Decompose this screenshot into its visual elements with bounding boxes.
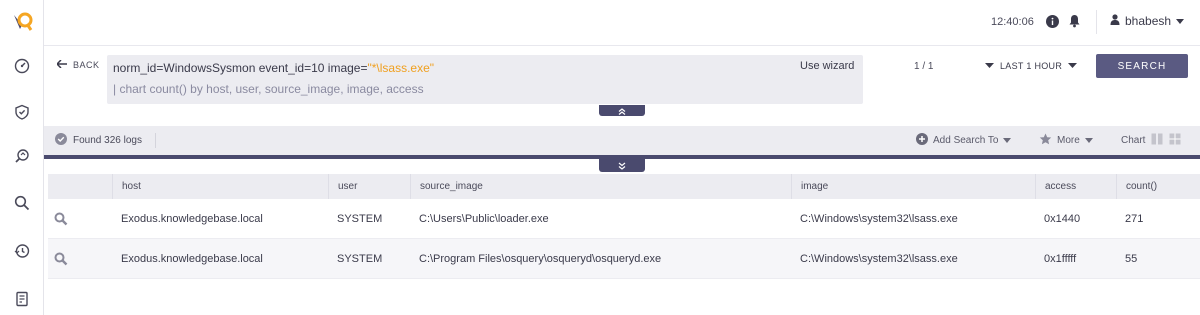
expand-results-button[interactable]: [599, 159, 645, 172]
clock-time: 12:40:06: [991, 16, 1034, 28]
page-indicator: 1 / 1: [914, 61, 934, 72]
logpoint-logo[interactable]: [11, 11, 33, 33]
grid-view-icon[interactable]: [1169, 133, 1181, 148]
chart-label: Chart: [1121, 135, 1146, 146]
double-chevron-up-icon: [618, 102, 626, 120]
username: bhabesh: [1125, 14, 1172, 28]
plus-circle-icon: [916, 133, 928, 148]
query-text: norm_id=WindowsSysmon event_id=10 image=: [113, 61, 368, 75]
chart-toggle: Chart: [1121, 133, 1181, 148]
search-drilldown-icon[interactable]: [48, 252, 112, 266]
cell-host: Exodus.knowledgebase.local: [121, 252, 263, 265]
found-count: Found 326 logs: [55, 133, 142, 148]
add-search-to-dropdown[interactable]: Add Search To: [916, 133, 1012, 148]
column-header-actions: [48, 174, 112, 199]
column-header-access[interactable]: access: [1035, 174, 1116, 199]
cell-image: C:\Windows\system32\lsass.exe: [800, 212, 958, 225]
report-icon[interactable]: [12, 289, 32, 309]
user-icon: [1110, 14, 1120, 28]
dashboard-icon[interactable]: [12, 56, 32, 76]
caret-down-icon: [985, 61, 994, 71]
query-chart-clause: | chart count() by host, user, source_im…: [113, 82, 424, 96]
cell-count: 55: [1125, 252, 1138, 265]
top-bar: 12:40:06 bhabesh: [44, 0, 1200, 46]
shield-icon[interactable]: [12, 102, 32, 122]
cell-source-image: C:\Users\Public\loader.exe: [419, 212, 549, 225]
topbar-divider: [1096, 10, 1097, 34]
history-icon[interactable]: [12, 241, 32, 261]
column-view-icon[interactable]: [1151, 133, 1163, 148]
time-range-label: LAST 1 HOUR: [1000, 61, 1063, 71]
chevron-down-icon: [1176, 14, 1185, 28]
cell-user: SYSTEM: [337, 252, 383, 265]
table-row: Exodus.knowledgebase.local SYSTEM C:\Use…: [48, 199, 1200, 239]
back-button[interactable]: BACK: [55, 59, 100, 70]
user-menu[interactable]: bhabesh: [1110, 14, 1185, 28]
table-row: Exodus.knowledgebase.local SYSTEM C:\Pro…: [48, 239, 1200, 279]
more-dropdown[interactable]: More: [1039, 133, 1093, 148]
use-wizard-link[interactable]: Use wizard: [800, 60, 854, 72]
cell-access: 0x1440: [1044, 212, 1081, 225]
info-icon[interactable]: [1046, 15, 1059, 28]
column-header-image[interactable]: image: [791, 174, 1035, 199]
column-header-source-image[interactable]: source_image: [410, 174, 791, 199]
more-label: More: [1057, 135, 1080, 146]
column-header-count[interactable]: count(): [1116, 174, 1200, 199]
cell-host: Exodus.knowledgebase.local: [121, 212, 263, 225]
double-chevron-down-icon: [618, 157, 626, 175]
caret-down-icon: [1068, 61, 1078, 71]
cell-image: C:\Windows\system32\lsass.exe: [800, 252, 958, 265]
back-label: BACK: [73, 60, 100, 70]
cell-count: 271: [1125, 212, 1144, 225]
search-button[interactable]: SEARCH: [1096, 54, 1188, 78]
add-search-to-label: Add Search To: [933, 135, 999, 146]
results-toolbar: Found 326 logs Add Search To More Chart: [44, 126, 1200, 155]
cell-access: 0x1fffff: [1044, 252, 1077, 265]
results-table: host user source_image image access coun…: [48, 174, 1200, 279]
check-circle-icon: [55, 133, 67, 148]
query-input[interactable]: norm_id=WindowsSysmon event_id=10 image=…: [107, 55, 863, 104]
investigate-icon[interactable]: [12, 146, 32, 166]
search-area: BACK norm_id=WindowsSysmon event_id=10 i…: [44, 46, 1200, 126]
search-drilldown-icon[interactable]: [48, 212, 112, 226]
bell-icon[interactable]: [1068, 14, 1081, 28]
toolbar-divider: [155, 133, 156, 148]
time-range-dropdown[interactable]: LAST 1 HOUR: [985, 61, 1078, 71]
column-header-host[interactable]: host: [112, 174, 328, 199]
cell-source-image: C:\Program Files\osquery\osqueryd\osquer…: [419, 252, 662, 265]
found-label: Found 326 logs: [73, 135, 142, 146]
cell-user: SYSTEM: [337, 212, 383, 225]
star-icon: [1039, 133, 1052, 148]
query-string-literal: "*\lsass.exe": [367, 61, 435, 75]
caret-down-icon: [1003, 135, 1012, 146]
table-header: host user source_image image access coun…: [48, 174, 1200, 199]
caret-down-icon: [1084, 135, 1093, 146]
sidebar: [0, 0, 44, 315]
arrow-left-icon: [55, 59, 67, 70]
column-header-user[interactable]: user: [328, 174, 410, 199]
search-icon[interactable]: [12, 193, 32, 213]
collapse-query-button[interactable]: [599, 105, 645, 116]
